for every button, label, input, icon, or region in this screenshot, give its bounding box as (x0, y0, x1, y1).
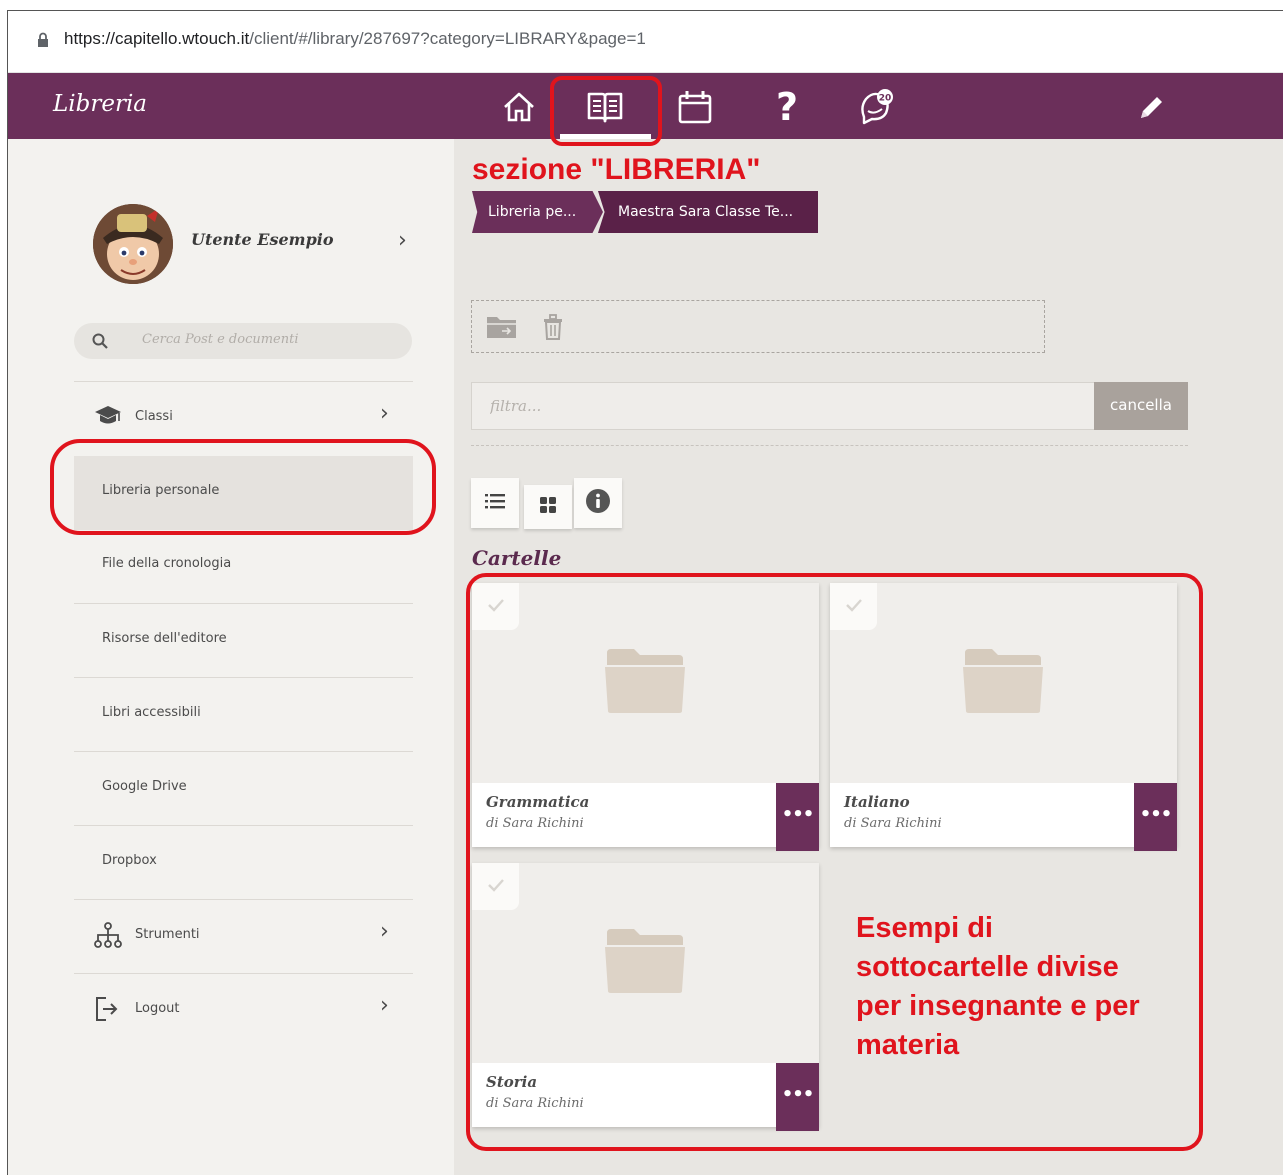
chevron-right-icon: › (380, 919, 389, 944)
info-button[interactable] (574, 478, 622, 528)
sidebar-item-label: Google Drive (102, 779, 187, 794)
folder-actions-toolbar (471, 300, 1045, 353)
help-icon: ? (775, 85, 799, 129)
trash-icon[interactable] (541, 313, 565, 345)
sidebar-item-label: Classi (135, 409, 173, 424)
chevron-right-icon: › (380, 993, 389, 1018)
browser-window: https://capitello.wtouch.it/client/#/lib… (7, 10, 1283, 1175)
nav-edit-button[interactable] (1128, 83, 1176, 131)
graduation-cap-icon (94, 404, 122, 430)
sidebar-item-libri-accessibili[interactable]: Libri accessibili (74, 677, 413, 751)
section-title: Cartelle (472, 546, 562, 570)
divider (471, 445, 1188, 446)
nav-calendar-button[interactable] (671, 83, 719, 131)
sidebar-item-dropbox[interactable]: Dropbox (74, 825, 413, 899)
pencil-icon (1137, 92, 1167, 122)
sidebar-item-logout[interactable]: Logout › (74, 973, 413, 1047)
notifications-icon: 20 (856, 87, 898, 127)
search-field[interactable] (74, 323, 412, 359)
filter-input[interactable] (488, 396, 1052, 416)
logout-icon (94, 996, 122, 1026)
list-view-button[interactable] (471, 478, 519, 528)
cancel-filter-button[interactable]: cancella (1094, 382, 1188, 430)
sidebar-item-risorse-editore[interactable]: Risorse dell'editore (74, 603, 413, 677)
breadcrumb-item[interactable]: Libreria pe... (472, 191, 603, 233)
notifications-badge: 20 (879, 94, 892, 104)
annotation-highlight-sidebar (50, 439, 436, 535)
sidebar-item-label: Strumenti (135, 927, 200, 942)
url-path: /client/#/library/287697?category=LIBRAR… (249, 29, 646, 48)
home-icon (501, 90, 537, 124)
user-profile-row[interactable]: Utente Esempio › (93, 204, 433, 286)
annotation-highlight-cards (466, 573, 1203, 1151)
info-icon (585, 488, 611, 518)
sidebar-item-label: Logout (135, 1001, 180, 1016)
page-title: Libreria (53, 91, 148, 117)
list-icon (485, 493, 505, 513)
nav-notifications-button[interactable]: 20 (853, 83, 901, 131)
nav-help-button[interactable]: ? (763, 83, 811, 131)
sidebar-item-file-cronologia[interactable]: File della cronologia (74, 529, 413, 603)
sidebar: Utente Esempio › Classi › Libreria perso… (8, 139, 454, 1175)
annotation-highlight-nav (550, 76, 662, 146)
url-host: https://capitello.wtouch.it (64, 29, 250, 48)
sidebar-item-label: Libri accessibili (102, 705, 201, 720)
breadcrumb-item[interactable]: Maestra Sara Classe Te... (598, 191, 818, 233)
address-bar[interactable]: https://capitello.wtouch.it/client/#/lib… (8, 11, 1283, 73)
nav-home-button[interactable] (495, 83, 543, 131)
grid-view-button[interactable] (524, 485, 572, 529)
url-text[interactable]: https://capitello.wtouch.it/client/#/lib… (64, 29, 646, 49)
sitemap-icon (94, 922, 122, 952)
user-name: Utente Esempio (191, 230, 334, 249)
sidebar-item-label: File della cronologia (102, 556, 232, 571)
calendar-icon (677, 89, 713, 125)
lock-icon (37, 32, 49, 48)
sidebar-item-label: Risorse dell'editore (102, 631, 227, 646)
grid-icon (539, 496, 557, 518)
sidebar-item-label: Dropbox (102, 853, 157, 868)
chevron-right-icon: › (398, 228, 407, 253)
sidebar-item-strumenti[interactable]: Strumenti › (74, 899, 413, 973)
annotation-title: sezione "LIBRERIA" (472, 153, 761, 186)
chevron-right-icon: › (380, 401, 389, 426)
filter-field[interactable] (471, 382, 1095, 430)
sidebar-item-google-drive[interactable]: Google Drive (74, 751, 413, 825)
move-to-folder-icon[interactable] (486, 314, 518, 344)
search-input[interactable] (140, 331, 394, 348)
avatar (93, 204, 173, 284)
search-icon (92, 333, 108, 353)
